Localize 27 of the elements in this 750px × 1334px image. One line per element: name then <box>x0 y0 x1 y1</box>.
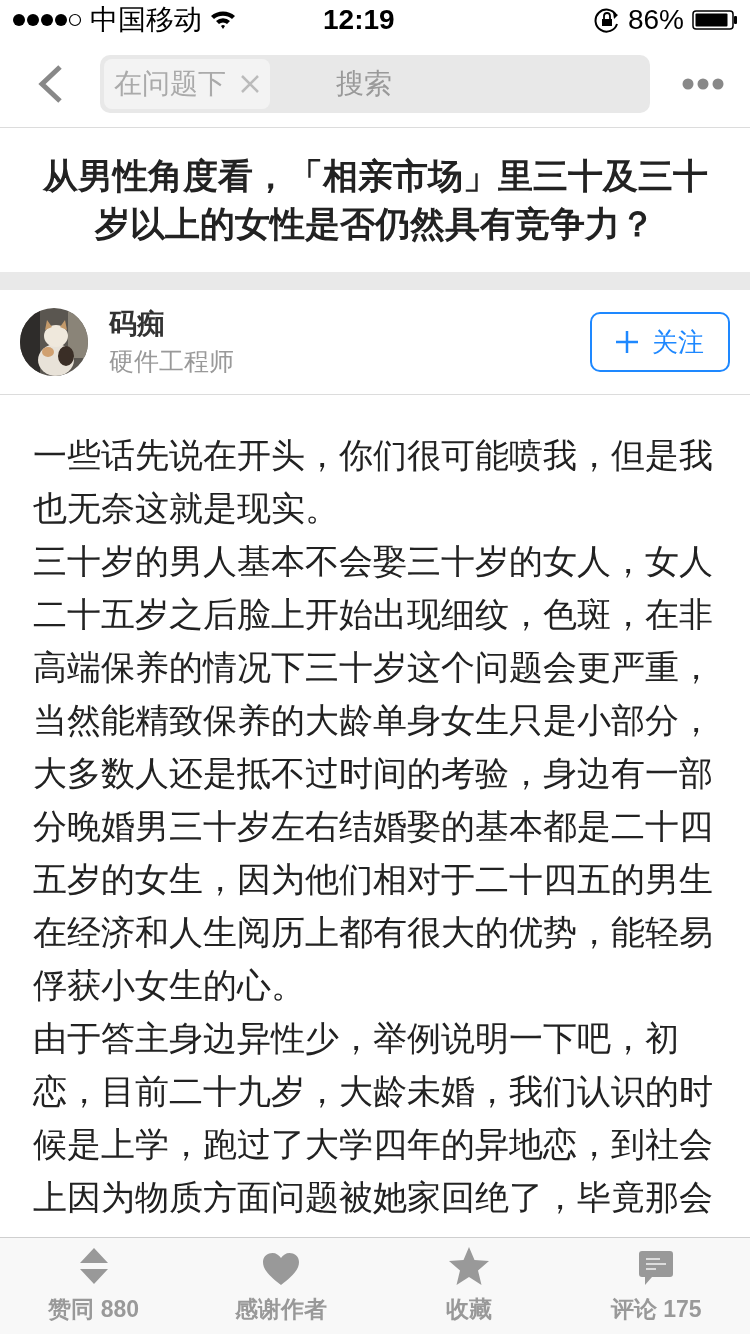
scope-chip[interactable]: 在问题下 <box>104 58 270 109</box>
author-name: 码痴 <box>109 307 166 341</box>
toolbar-button[interactable]: 收藏 <box>375 1238 563 1334</box>
answer-paragraph: 三十岁的男人基本不会娶三十岁的女人，女人二十五岁之后脸上开始出现细纹，色斑，在非高端保养的情况下三十岁这个问题会更严重，当然能精致保养的大龄单身女生只是小部分，大多数人还是抵不过时间的考验，身边有一部分晚婚男三十岁左右结婚娶的基本都是二十四五岁的女生，因为他们相对于二十四五的男生在经济和人生阅历上都有很大的优势，能轻易俘获小女生的心。 <box>33 541 714 1006</box>
toolbar-button[interactable]: 赞同 880 <box>0 1238 188 1334</box>
rotation-lock-icon <box>593 7 620 33</box>
answer-paragraph: 一些话先说在开头，你们很可能喷我，但是我也无奈这就是现实。 <box>33 435 714 529</box>
more-icon <box>682 77 724 90</box>
follow-button[interactable]: 关注 <box>590 312 730 372</box>
back-icon <box>37 63 63 104</box>
question-title: 从男性角度看，「相亲市场」里三十及三十岁以上的女性是否仍然具有竞争力？ <box>41 155 709 245</box>
toolbar-button[interactable]: 评论 175 <box>562 1238 750 1334</box>
heart-icon <box>262 1251 301 1286</box>
search-field[interactable]: 在问题下 搜索 <box>100 54 650 113</box>
comment-icon <box>638 1249 675 1286</box>
plus-icon <box>616 331 638 353</box>
battery-icon <box>692 10 738 30</box>
author-bio: 硬件工程师 <box>109 346 234 377</box>
answer-paragraph: 由于答主身边异性少，举例说明一下吧，初恋，目前二十九岁，大龄未婚，我们认识的时候是上学，跑过了大学四年的异地恋，到社会上因为物质方面问题被她家回绝了，毕竟那会 <box>33 1018 714 1218</box>
battery-percent: 86% <box>627 3 684 37</box>
toolbar-button[interactable]: 感谢作者 <box>187 1238 375 1334</box>
signal-icon <box>12 13 82 27</box>
carrier-name: 中国移动 <box>90 3 202 37</box>
clock-time: 12:19 <box>323 3 395 37</box>
star-icon <box>447 1245 490 1286</box>
wifi-icon <box>210 10 236 30</box>
scope-label: 在问题下 <box>114 66 226 101</box>
